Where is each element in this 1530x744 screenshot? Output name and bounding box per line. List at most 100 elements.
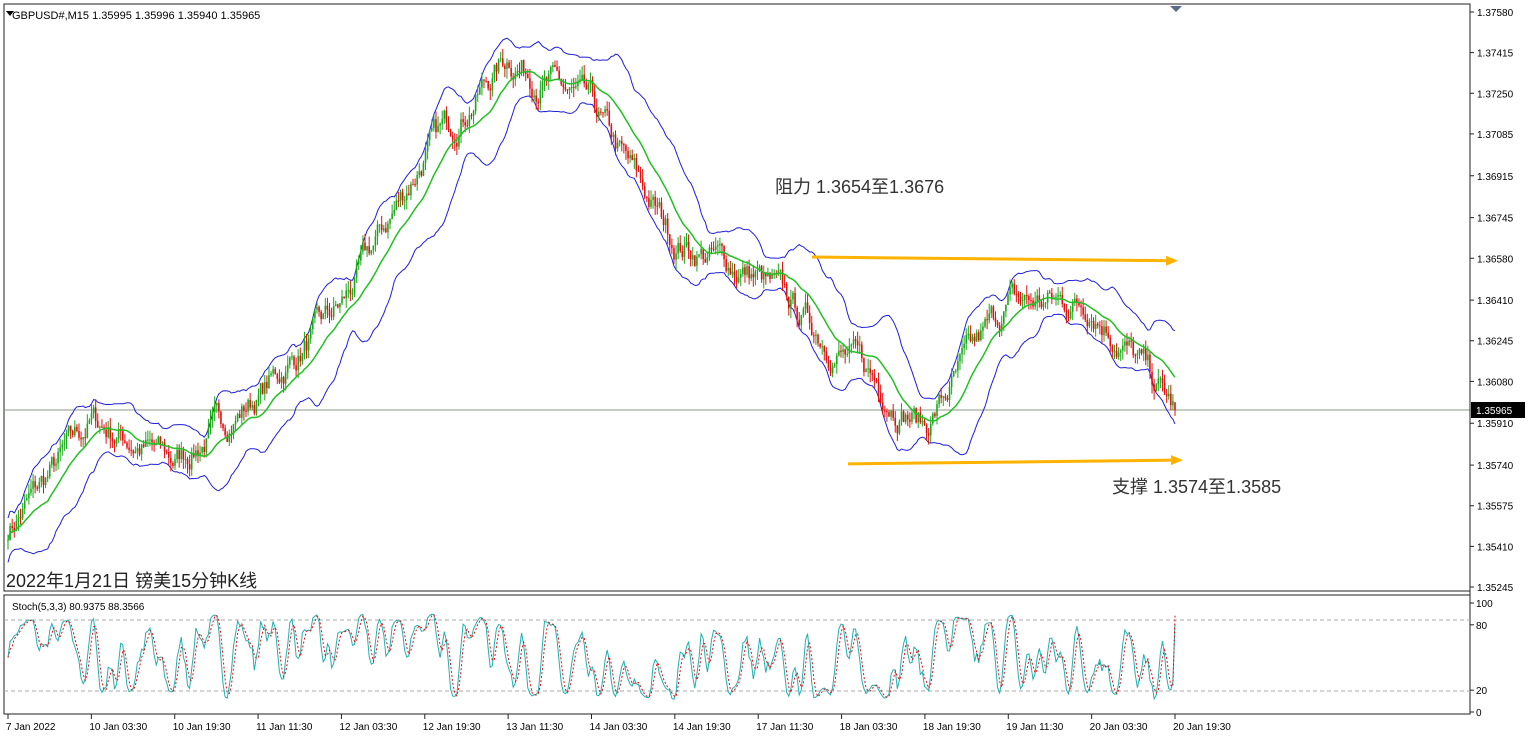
candle-body [518, 71, 521, 73]
candle-body [343, 296, 345, 299]
candle-body [249, 399, 251, 408]
candle-body [946, 398, 949, 401]
candle-body [61, 444, 64, 448]
candle-body [938, 394, 940, 405]
candle-body [727, 267, 730, 271]
candle-body [1036, 295, 1039, 302]
candle-body [865, 368, 867, 373]
candle-body [23, 500, 26, 509]
candle-body [625, 145, 627, 151]
candle-body [694, 255, 696, 266]
candle-body [1122, 345, 1124, 351]
candle-body [510, 68, 512, 77]
candle-body [234, 421, 237, 425]
candle-body [332, 306, 335, 317]
candle-body [890, 410, 892, 417]
candle-body [637, 170, 640, 172]
candle-body [487, 80, 489, 89]
candle-body [581, 74, 583, 80]
candle-body [251, 405, 254, 408]
candle-body [735, 277, 738, 283]
price-tick-label: 1.36080 [1477, 377, 1514, 388]
candle-body [435, 119, 437, 133]
candle-body [291, 356, 293, 358]
candle-body [80, 437, 82, 440]
candle-body [324, 305, 327, 314]
candle-body [399, 192, 402, 202]
candle-body [476, 94, 479, 96]
candle-body [921, 420, 924, 423]
candle-body [449, 129, 452, 136]
candle-body [739, 274, 742, 278]
candle-body [253, 405, 256, 414]
candle-body [303, 341, 306, 353]
candle-body [501, 58, 504, 66]
candle-body [113, 440, 116, 444]
candle-body [537, 101, 540, 104]
candle-body [268, 375, 270, 389]
candle-body [211, 412, 214, 420]
candle-body [278, 378, 281, 383]
candle-body [614, 134, 617, 149]
candle-body [182, 450, 185, 460]
candle-body [220, 411, 222, 424]
candle-body [274, 369, 277, 375]
candle-body [1073, 298, 1076, 302]
candle-body [495, 64, 498, 72]
candle-body [804, 302, 807, 309]
candle-body [224, 428, 226, 436]
candle-body [1136, 353, 1139, 356]
stoch-tick-label: 0 [1476, 708, 1482, 719]
candle-body [1128, 340, 1130, 346]
candle-body [746, 266, 748, 275]
candle-body [215, 403, 218, 406]
candle-body [147, 439, 149, 441]
candle-body [884, 410, 886, 412]
candle-body [201, 446, 203, 453]
candle-body [900, 411, 903, 422]
candle-body [1115, 351, 1118, 357]
candle-body [787, 296, 790, 309]
candle-body [1134, 354, 1137, 356]
candle-body [760, 266, 763, 280]
time-tick-label: 14 Jan 03:30 [590, 722, 648, 733]
candle-body [40, 476, 43, 482]
candle-body [838, 350, 840, 356]
candle-body [1159, 378, 1162, 380]
candle-body [752, 274, 755, 278]
candle-body [706, 257, 709, 263]
candle-body [34, 481, 36, 488]
candle-body [374, 236, 377, 246]
candle-body [130, 449, 132, 451]
candle-body [63, 442, 66, 445]
candle-body [547, 74, 550, 81]
candle-body [1099, 325, 1101, 327]
candle-body [539, 89, 542, 104]
candle-body [566, 89, 569, 91]
candle-body [368, 246, 370, 254]
candle-body [1161, 378, 1164, 383]
candle-body [1144, 348, 1147, 361]
trading-chart[interactable]: GBPUSD#,M15 1.35995 1.35996 1.35940 1.35… [0, 0, 1530, 744]
candle-body [180, 450, 183, 459]
candle-body [996, 322, 999, 326]
candle-body [821, 346, 823, 348]
candle-body [1013, 283, 1016, 294]
candle-body [456, 142, 458, 147]
candle-body [466, 125, 469, 127]
stoch-tick-label: 80 [1476, 621, 1488, 632]
candle-body [934, 413, 936, 417]
candle-body [207, 428, 210, 439]
candle-body [115, 438, 118, 444]
candle-body [84, 437, 87, 439]
candle-body [51, 457, 53, 465]
candle-body [314, 309, 316, 319]
price-tick-label: 1.36745 [1477, 214, 1514, 225]
candle-body [583, 74, 585, 84]
candle-body [387, 223, 389, 233]
candle-body [149, 439, 151, 441]
candle-body [522, 60, 525, 72]
candle-body [1124, 341, 1126, 346]
candle-body [218, 403, 220, 412]
candle-body [1023, 294, 1026, 301]
